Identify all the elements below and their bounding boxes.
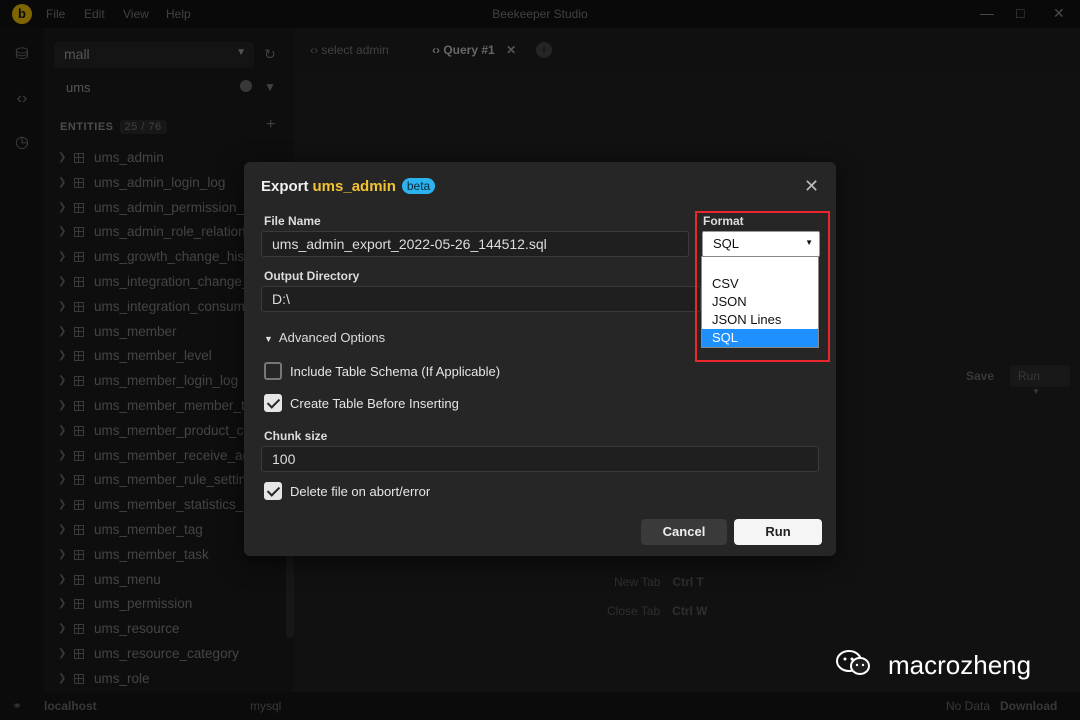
advanced-options-toggle[interactable]: ▼ Advanced Options: [264, 330, 385, 345]
output-directory-label: Output Directory: [264, 269, 360, 283]
file-name-input[interactable]: ums_admin_export_2022-05-26_144512.sql: [261, 231, 689, 257]
beta-badge: beta: [401, 178, 436, 194]
include-schema-checkbox[interactable]: [264, 362, 282, 380]
cancel-button[interactable]: Cancel: [641, 519, 727, 545]
include-schema-label: Include Table Schema (If Applicable): [290, 364, 501, 379]
file-name-label: File Name: [264, 214, 321, 228]
delete-on-abort-label: Delete file on abort/error: [290, 484, 431, 499]
wechat-icon: [836, 650, 870, 675]
dialog-title-prefix: Export: [261, 178, 309, 195]
chunk-size-input[interactable]: 100: [261, 446, 819, 472]
advanced-options-label: Advanced Options: [278, 330, 386, 345]
dialog-table-name: ums_admin: [312, 178, 396, 195]
chevron-down-icon: ▼: [264, 334, 273, 344]
output-directory-input[interactable]: D:\: [261, 286, 701, 312]
export-dialog: Export ums_admin beta ✕ File Name ums_admi…: [244, 162, 836, 556]
watermark-text: macrozheng: [888, 650, 1032, 680]
run-button[interactable]: Run: [734, 519, 822, 545]
delete-on-abort-checkbox[interactable]: [264, 482, 282, 500]
close-icon[interactable]: ✕: [804, 176, 819, 197]
create-table-checkbox[interactable]: [264, 394, 282, 412]
app-window: b File Edit View Help Beekeeper Studio —…: [0, 0, 1080, 720]
format-highlight-box: [695, 211, 830, 362]
chunk-size-label: Chunk size: [264, 429, 328, 443]
dialog-title: Export ums_admin beta: [261, 178, 436, 195]
create-table-label: Create Table Before Inserting: [290, 396, 459, 411]
